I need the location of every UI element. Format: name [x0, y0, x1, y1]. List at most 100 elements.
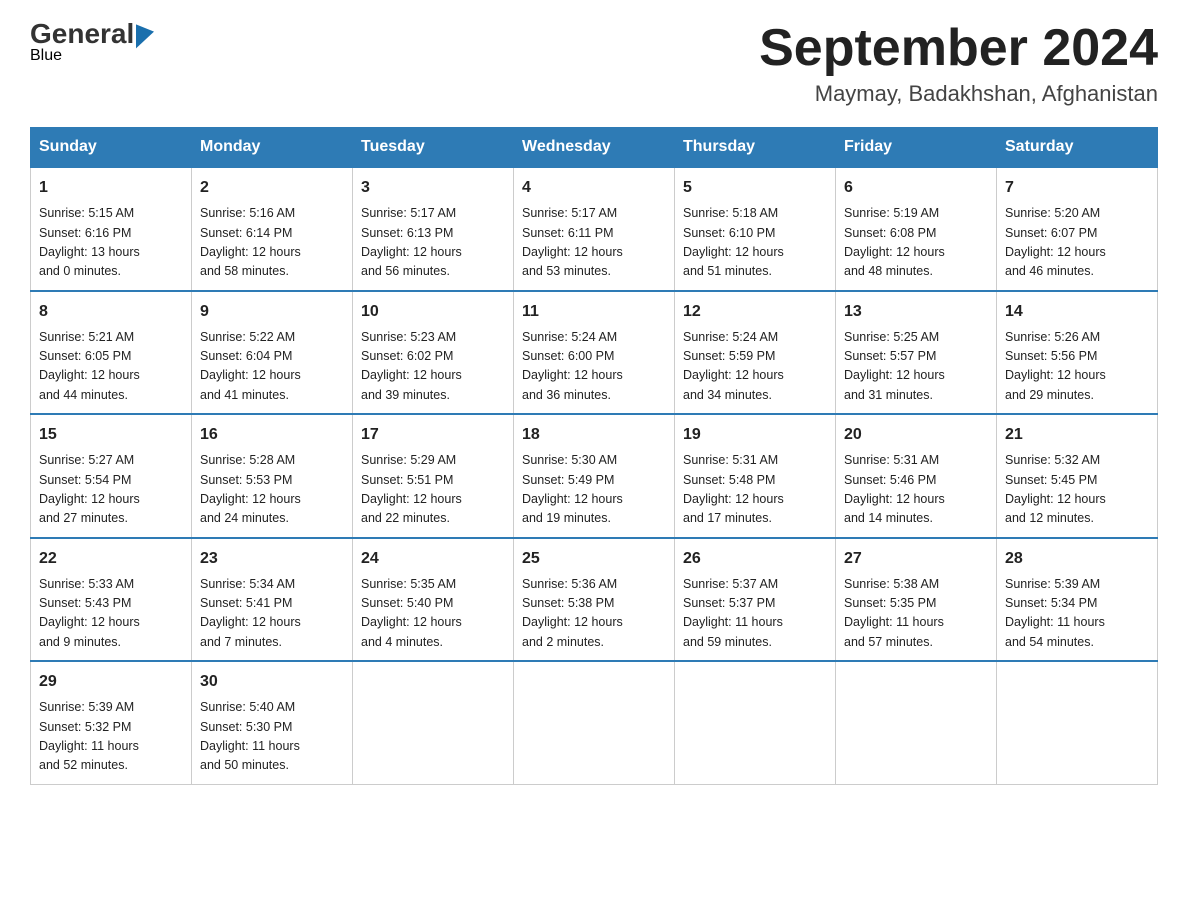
day-number: 16 — [200, 423, 344, 447]
calendar-cell: 9 Sunrise: 5:22 AM Sunset: 6:04 PM Daylig… — [192, 291, 353, 415]
day-info: Sunrise: 5:21 AM Sunset: 6:05 PM Dayligh… — [39, 328, 183, 406]
day-info: Sunrise: 5:16 AM Sunset: 6:14 PM Dayligh… — [200, 204, 344, 282]
day-number: 5 — [683, 176, 827, 200]
day-info: Sunrise: 5:34 AM Sunset: 5:41 PM Dayligh… — [200, 575, 344, 653]
calendar-cell: 21 Sunrise: 5:32 AM Sunset: 5:45 PM Dayli… — [997, 414, 1158, 538]
day-info: Sunrise: 5:38 AM Sunset: 5:35 PM Dayligh… — [844, 575, 988, 653]
logo-general-text: General — [30, 20, 134, 48]
calendar-cell: 10Sunrise: 5:23 AM Sunset: 6:02 PM Dayli… — [353, 291, 514, 415]
calendar-week-row: 8 Sunrise: 5:21 AM Sunset: 6:05 PM Daylig… — [31, 291, 1158, 415]
day-number: 25 — [522, 547, 666, 571]
calendar-cell: 13 Sunrise: 5:25 AM Sunset: 5:57 PM Dayli… — [836, 291, 997, 415]
day-number: 19 — [683, 423, 827, 447]
day-info: Sunrise: 5:32 AM Sunset: 5:45 PM Dayligh… — [1005, 451, 1149, 529]
day-number: 12 — [683, 300, 827, 324]
day-number: 14 — [1005, 300, 1149, 324]
day-number: 11 — [522, 300, 666, 324]
calendar-header-row: SundayMondayTuesdayWednesdayThursdayFrid… — [31, 128, 1158, 168]
day-number: 24 — [361, 547, 505, 571]
col-header-sunday: Sunday — [31, 128, 192, 168]
calendar-cell — [675, 661, 836, 784]
calendar-week-row: 1Sunrise: 5:15 AM Sunset: 6:16 PM Daylig… — [31, 167, 1158, 291]
calendar-cell: 1Sunrise: 5:15 AM Sunset: 6:16 PM Daylig… — [31, 167, 192, 291]
calendar-cell: 12 Sunrise: 5:24 AM Sunset: 5:59 PM Dayli… — [675, 291, 836, 415]
day-info: Sunrise: 5:22 AM Sunset: 6:04 PM Dayligh… — [200, 328, 344, 406]
calendar-cell: 2 Sunrise: 5:16 AM Sunset: 6:14 PM Daylig… — [192, 167, 353, 291]
calendar-table: SundayMondayTuesdayWednesdayThursdayFrid… — [30, 127, 1158, 785]
calendar-cell: 8 Sunrise: 5:21 AM Sunset: 6:05 PM Daylig… — [31, 291, 192, 415]
day-info: Sunrise: 5:39 AM Sunset: 5:32 PM Dayligh… — [39, 698, 183, 776]
calendar-week-row: 15Sunrise: 5:27 AM Sunset: 5:54 PM Dayli… — [31, 414, 1158, 538]
day-number: 29 — [39, 670, 183, 694]
col-header-thursday: Thursday — [675, 128, 836, 168]
day-info: Sunrise: 5:23 AM Sunset: 6:02 PM Dayligh… — [361, 328, 505, 406]
day-info: Sunrise: 5:28 AM Sunset: 5:53 PM Dayligh… — [200, 451, 344, 529]
calendar-cell: 11 Sunrise: 5:24 AM Sunset: 6:00 PM Dayli… — [514, 291, 675, 415]
calendar-cell: 20 Sunrise: 5:31 AM Sunset: 5:46 PM Dayli… — [836, 414, 997, 538]
calendar-cell: 16 Sunrise: 5:28 AM Sunset: 5:53 PM Dayli… — [192, 414, 353, 538]
day-info: Sunrise: 5:40 AM Sunset: 5:30 PM Dayligh… — [200, 698, 344, 776]
day-number: 15 — [39, 423, 183, 447]
logo-arrow-icon — [136, 20, 154, 49]
location-subtitle: Maymay, Badakhshan, Afghanistan — [759, 81, 1158, 107]
day-info: Sunrise: 5:18 AM Sunset: 6:10 PM Dayligh… — [683, 204, 827, 282]
day-number: 28 — [1005, 547, 1149, 571]
day-info: Sunrise: 5:17 AM Sunset: 6:11 PM Dayligh… — [522, 204, 666, 282]
calendar-cell: 15Sunrise: 5:27 AM Sunset: 5:54 PM Dayli… — [31, 414, 192, 538]
day-info: Sunrise: 5:26 AM Sunset: 5:56 PM Dayligh… — [1005, 328, 1149, 406]
day-number: 30 — [200, 670, 344, 694]
col-header-monday: Monday — [192, 128, 353, 168]
day-info: Sunrise: 5:37 AM Sunset: 5:37 PM Dayligh… — [683, 575, 827, 653]
calendar-cell: 26 Sunrise: 5:37 AM Sunset: 5:37 PM Dayli… — [675, 538, 836, 662]
day-info: Sunrise: 5:35 AM Sunset: 5:40 PM Dayligh… — [361, 575, 505, 653]
calendar-cell: 3Sunrise: 5:17 AM Sunset: 6:13 PM Daylig… — [353, 167, 514, 291]
calendar-cell: 23 Sunrise: 5:34 AM Sunset: 5:41 PM Dayli… — [192, 538, 353, 662]
calendar-cell: 27 Sunrise: 5:38 AM Sunset: 5:35 PM Dayli… — [836, 538, 997, 662]
col-header-saturday: Saturday — [997, 128, 1158, 168]
day-info: Sunrise: 5:30 AM Sunset: 5:49 PM Dayligh… — [522, 451, 666, 529]
day-number: 9 — [200, 300, 344, 324]
page-header: General Blue September 2024 Maymay, Bada… — [30, 20, 1158, 107]
calendar-cell: 14 Sunrise: 5:26 AM Sunset: 5:56 PM Dayli… — [997, 291, 1158, 415]
day-number: 2 — [200, 176, 344, 200]
day-number: 1 — [39, 176, 183, 200]
calendar-cell: 7 Sunrise: 5:20 AM Sunset: 6:07 PM Daylig… — [997, 167, 1158, 291]
calendar-cell: 19 Sunrise: 5:31 AM Sunset: 5:48 PM Dayli… — [675, 414, 836, 538]
day-number: 7 — [1005, 176, 1149, 200]
day-info: Sunrise: 5:20 AM Sunset: 6:07 PM Dayligh… — [1005, 204, 1149, 282]
calendar-cell — [514, 661, 675, 784]
day-info: Sunrise: 5:19 AM Sunset: 6:08 PM Dayligh… — [844, 204, 988, 282]
day-info: Sunrise: 5:36 AM Sunset: 5:38 PM Dayligh… — [522, 575, 666, 653]
day-number: 26 — [683, 547, 827, 571]
day-number: 6 — [844, 176, 988, 200]
day-number: 3 — [361, 176, 505, 200]
day-info: Sunrise: 5:31 AM Sunset: 5:46 PM Dayligh… — [844, 451, 988, 529]
day-info: Sunrise: 5:31 AM Sunset: 5:48 PM Dayligh… — [683, 451, 827, 529]
day-info: Sunrise: 5:24 AM Sunset: 5:59 PM Dayligh… — [683, 328, 827, 406]
col-header-friday: Friday — [836, 128, 997, 168]
day-info: Sunrise: 5:25 AM Sunset: 5:57 PM Dayligh… — [844, 328, 988, 406]
calendar-week-row: 29 Sunrise: 5:39 AM Sunset: 5:32 PM Dayli… — [31, 661, 1158, 784]
title-section: September 2024 Maymay, Badakhshan, Afgha… — [759, 20, 1158, 107]
calendar-cell: 17Sunrise: 5:29 AM Sunset: 5:51 PM Dayli… — [353, 414, 514, 538]
month-title: September 2024 — [759, 20, 1158, 77]
day-number: 21 — [1005, 423, 1149, 447]
calendar-cell — [836, 661, 997, 784]
day-number: 8 — [39, 300, 183, 324]
day-number: 20 — [844, 423, 988, 447]
calendar-cell: 29 Sunrise: 5:39 AM Sunset: 5:32 PM Dayli… — [31, 661, 192, 784]
day-number: 18 — [522, 423, 666, 447]
calendar-cell: 4Sunrise: 5:17 AM Sunset: 6:11 PM Daylig… — [514, 167, 675, 291]
calendar-cell — [997, 661, 1158, 784]
day-number: 13 — [844, 300, 988, 324]
day-number: 23 — [200, 547, 344, 571]
day-info: Sunrise: 5:29 AM Sunset: 5:51 PM Dayligh… — [361, 451, 505, 529]
day-info: Sunrise: 5:24 AM Sunset: 6:00 PM Dayligh… — [522, 328, 666, 406]
calendar-cell: 25 Sunrise: 5:36 AM Sunset: 5:38 PM Dayli… — [514, 538, 675, 662]
day-info: Sunrise: 5:39 AM Sunset: 5:34 PM Dayligh… — [1005, 575, 1149, 653]
day-number: 27 — [844, 547, 988, 571]
calendar-week-row: 22 Sunrise: 5:33 AM Sunset: 5:43 PM Dayli… — [31, 538, 1158, 662]
calendar-cell: 30 Sunrise: 5:40 AM Sunset: 5:30 PM Dayli… — [192, 661, 353, 784]
day-number: 22 — [39, 547, 183, 571]
day-info: Sunrise: 5:33 AM Sunset: 5:43 PM Dayligh… — [39, 575, 183, 653]
